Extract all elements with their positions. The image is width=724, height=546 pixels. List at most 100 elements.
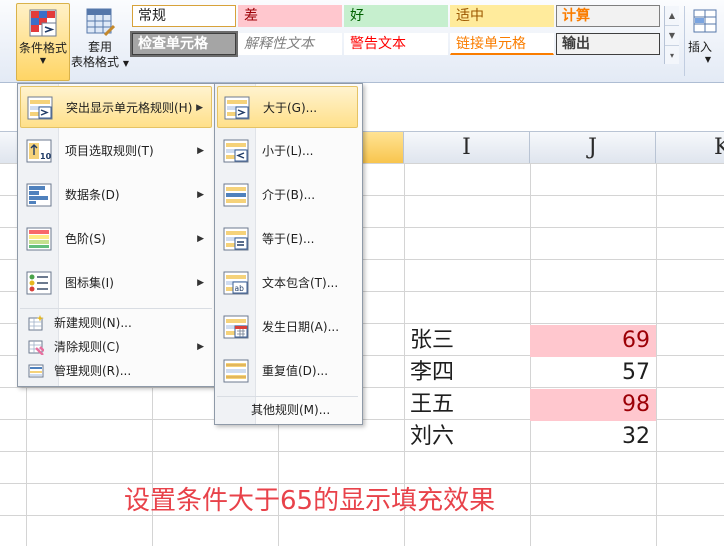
color-scales-icon <box>26 226 52 251</box>
name-cell[interactable]: 张三 <box>406 325 530 357</box>
table-format-icon <box>86 8 115 37</box>
cell-style-7[interactable]: 警告文本 <box>344 33 448 55</box>
menu-item-label: 突出显示单元格规则(H) <box>66 101 193 115</box>
menu-item-label: 发生日期(A)... <box>262 320 340 334</box>
chevron-right-icon: ▶ <box>197 146 204 156</box>
menu-item-label: 文本包含(T)... <box>262 276 339 290</box>
expand-gallery-icon[interactable]: ▾ <box>665 46 679 65</box>
highlight-rules-submenu: 大于(G)... 小于(L)... 介于(B)... 等于(E)... ab 文本包含(T… <box>214 83 363 425</box>
insert-cells-icon <box>693 9 717 33</box>
column-header-k[interactable]: K <box>656 132 724 163</box>
highlight-rules-icon <box>27 95 53 120</box>
submenu-item-date-occurring[interactable]: 发生日期(A)... <box>217 306 358 348</box>
scroll-up-icon[interactable]: ▲ <box>665 6 679 26</box>
less-than-icon <box>223 138 249 163</box>
menu-item-manage-rules[interactable]: 管理规则(R)... <box>20 359 212 383</box>
name-cell[interactable]: 李四 <box>406 357 530 389</box>
menu-item-label: 图标集(I) <box>65 276 114 290</box>
menu-separator <box>20 308 212 309</box>
menu-item-label: 清除规则(C) <box>54 340 120 354</box>
clear-rules-icon <box>28 339 45 356</box>
name-cell[interactable]: 刘六 <box>406 421 530 453</box>
menu-item-new-rule[interactable]: 新建规则(N)... <box>20 311 212 335</box>
submenu-item-more-rules[interactable]: 其他规则(M)... <box>217 398 358 422</box>
duplicate-values-icon <box>223 358 249 383</box>
cell-style-3[interactable]: 适中 <box>450 5 554 27</box>
equal-to-icon <box>223 226 249 251</box>
cell-style-1[interactable]: 差 <box>238 5 342 27</box>
menu-item-label: 项目选取规则(T) <box>65 144 154 158</box>
menu-item-label: 重复值(D)... <box>262 364 329 378</box>
chevron-right-icon: ▶ <box>197 342 204 352</box>
chevron-down-icon: ▼ <box>122 59 129 68</box>
conditional-format-label: 条件格式 <box>18 41 67 55</box>
cell-style-2[interactable]: 好 <box>344 5 448 27</box>
cell-style-9[interactable]: 输出 <box>556 33 660 55</box>
conditional-format-menu: 突出显示单元格规则(H) ▶ 10 项目选取规则(T) ▶ 数据条(D) ▶ 色阶(S) ▶ 图标… <box>17 83 217 387</box>
text-contains-icon: ab <box>223 270 249 295</box>
table-format-label-line2: 表格格式 ▼ <box>71 55 129 69</box>
menu-separator <box>217 396 358 397</box>
menu-item-label: 管理规则(R)... <box>54 364 132 378</box>
value-cell[interactable]: 98 <box>530 389 656 421</box>
submenu-item-equal-to[interactable]: 等于(E)... <box>217 218 358 260</box>
svg-text:10: 10 <box>40 152 52 161</box>
value-cell[interactable]: 57 <box>530 357 656 389</box>
instruction-note: 设置条件大于65的显示填充效果 <box>124 486 496 516</box>
insert-button[interactable]: 插入 ▼ <box>688 3 724 79</box>
scroll-down-icon[interactable]: ▼ <box>665 26 679 46</box>
submenu-item-duplicate-values[interactable]: 重复值(D)... <box>217 350 358 392</box>
menu-item-label: 数据条(D) <box>65 188 120 202</box>
submenu-item-text-contains[interactable]: ab 文本包含(T)... <box>217 262 358 304</box>
column-header-j[interactable]: J <box>530 132 656 163</box>
conditional-format-icon <box>29 9 57 37</box>
table-format-button[interactable]: 套用 表格格式 ▼ <box>70 3 130 79</box>
data-bars-icon <box>26 182 52 207</box>
menu-item-icon-sets[interactable]: 图标集(I) ▶ <box>20 262 212 304</box>
submenu-item-less-than[interactable]: 小于(L)... <box>217 130 358 172</box>
chevron-right-icon: ▶ <box>197 234 204 244</box>
menu-item-label: 小于(L)... <box>262 144 314 158</box>
menu-item-label: 新建规则(N)... <box>54 316 132 330</box>
new-rule-icon <box>28 315 44 331</box>
top-bottom-rules-icon: 10 <box>26 138 52 163</box>
ribbon-separator <box>684 6 685 76</box>
menu-item-clear-rules[interactable]: 清除规则(C) ▶ <box>20 335 212 359</box>
cell-styles-gallery: 常规差好适中 计算检查单元格 解释性文本 警告文本 链接单元格 输出 <box>130 5 680 61</box>
greater-than-icon <box>224 95 250 120</box>
menu-item-color-scales[interactable]: 色阶(S) ▶ <box>20 218 212 260</box>
cell-style-5[interactable]: 检查单元格 <box>130 31 238 57</box>
menu-item-label: 其他规则(M)... <box>251 403 331 417</box>
menu-item-top-bottom-rules[interactable]: 10 项目选取规则(T) ▶ <box>20 130 212 172</box>
cell-style-6[interactable]: 解释性文本 <box>238 33 342 55</box>
chevron-down-icon: ▼ <box>39 56 47 65</box>
cell-style-4[interactable]: 计算 <box>556 5 660 27</box>
chevron-down-icon: ▼ <box>704 55 712 64</box>
value-cell[interactable]: 32 <box>530 421 656 453</box>
chevron-right-icon: ▶ <box>197 190 204 200</box>
menu-item-label: 色阶(S) <box>65 232 106 246</box>
svg-text:ab: ab <box>235 284 245 293</box>
table-format-label-line1: 套用 <box>87 40 112 54</box>
name-cell[interactable]: 王五 <box>406 389 530 421</box>
submenu-item-greater-than[interactable]: 大于(G)... <box>217 86 358 128</box>
gallery-scroll[interactable]: ▲ ▼ ▾ <box>664 6 679 64</box>
menu-item-label: 等于(E)... <box>262 232 315 246</box>
ribbon: 条件格式 ▼ 套用 表格格式 ▼ 常规差好适中 计算检查单元格 解释性文本 警告文本链… <box>0 0 724 83</box>
cell-style-0[interactable]: 常规 <box>132 5 236 27</box>
date-occurring-icon <box>223 314 249 339</box>
menu-item-label: 大于(G)... <box>263 101 318 115</box>
conditional-format-button[interactable]: 条件格式 ▼ <box>16 3 70 81</box>
menu-item-label: 介于(B)... <box>262 188 316 202</box>
menu-item-highlight-rules[interactable]: 突出显示单元格规则(H) ▶ <box>20 86 212 128</box>
value-cell[interactable]: 69 <box>530 325 656 357</box>
chevron-right-icon: ▶ <box>196 103 203 113</box>
manage-rules-icon <box>28 363 44 379</box>
insert-label: 插入 <box>688 40 713 54</box>
icon-sets-icon <box>26 270 52 295</box>
menu-item-data-bars[interactable]: 数据条(D) ▶ <box>20 174 212 216</box>
chevron-right-icon: ▶ <box>197 278 204 288</box>
cell-style-8[interactable]: 链接单元格 <box>450 33 554 55</box>
column-header-i[interactable]: I <box>404 132 530 163</box>
submenu-item-between[interactable]: 介于(B)... <box>217 174 358 216</box>
